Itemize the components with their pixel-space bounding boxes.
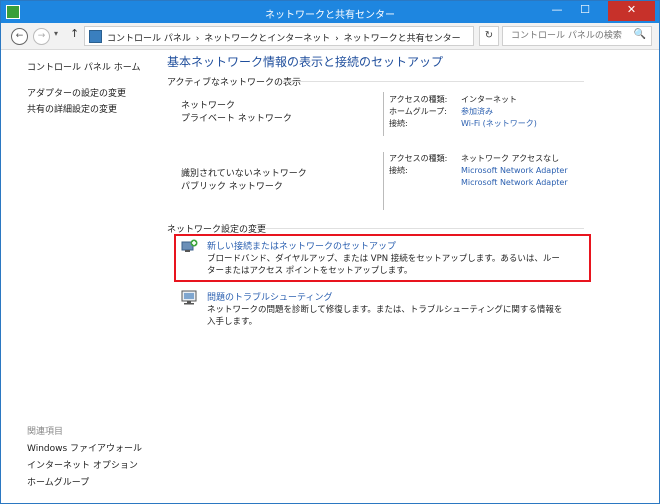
- homegroup-link[interactable]: ホームグループ: [27, 475, 89, 488]
- control-panel-home-link[interactable]: コントロール パネル ホーム: [27, 60, 140, 73]
- forward-button[interactable]: →: [33, 28, 50, 45]
- section-divider: [257, 228, 584, 229]
- up-arrow-icon[interactable]: ↑: [70, 27, 79, 40]
- maximize-button[interactable]: ☐: [571, 1, 599, 21]
- refresh-button[interactable]: ↻: [479, 26, 499, 46]
- access-type-value: インターネット: [461, 95, 517, 104]
- search-box[interactable]: 🔍: [502, 26, 652, 46]
- minimize-button[interactable]: —: [543, 1, 571, 21]
- page-title: 基本ネットワーク情報の表示と接続のセットアップ: [167, 55, 444, 69]
- adapter-link-2[interactable]: Microsoft Network Adapter: [461, 178, 568, 187]
- troubleshoot-link[interactable]: 問題のトラブルシューティング: [207, 290, 332, 303]
- divider-line: [383, 152, 384, 210]
- wifi-connection-link[interactable]: Wi-Fi (ネットワーク): [461, 119, 537, 128]
- advanced-sharing-settings-link[interactable]: 共有の詳細設定の変更: [27, 102, 117, 115]
- access-type-label: アクセスの種類:: [389, 154, 448, 163]
- access-type-label: アクセスの種類:: [389, 95, 448, 104]
- close-button[interactable]: ✕: [608, 1, 655, 21]
- main-content: 基本ネットワーク情報の表示と接続のセットアップ アクティブなネットワークの表示 …: [159, 50, 659, 503]
- connection-label: 接続:: [389, 166, 408, 175]
- network-1-info: ネットワーク プライベート ネットワーク: [181, 100, 292, 126]
- troubleshoot-task[interactable]: 問題のトラブルシューティング ネットワークの問題を診断して修復します。または、ト…: [181, 290, 581, 327]
- network-2-info: 識別されていないネットワーク パブリック ネットワーク: [181, 168, 307, 194]
- connection-label: 接続:: [389, 119, 408, 128]
- divider-line: [383, 92, 384, 136]
- network-2-type: パブリック ネットワーク: [181, 182, 283, 192]
- breadcrumb-network-internet[interactable]: ネットワークとインターネット: [204, 34, 330, 44]
- back-button[interactable]: ←: [11, 28, 28, 45]
- network-1-name: ネットワーク: [181, 101, 236, 111]
- highlight-box: [174, 234, 591, 282]
- internet-options-link[interactable]: インターネット オプション: [27, 458, 138, 471]
- address-bar[interactable]: コントロール パネル › ネットワークとインターネット › ネットワークと共有セ…: [84, 26, 551, 46]
- troubleshoot-description: ネットワークの問題を診断して修復します。または、トラブルシューティングに関する情…: [207, 305, 563, 327]
- search-input[interactable]: [509, 30, 633, 42]
- adapter-link-1[interactable]: Microsoft Network Adapter: [461, 166, 568, 175]
- troubleshoot-icon: [181, 290, 197, 305]
- network-1-details: アクセスの種類: インターネット ホームグループ: 参加済み 接続: Wi-Fi (ネ…: [389, 94, 537, 130]
- related-title: 関連項目: [27, 427, 64, 437]
- title-bar[interactable]: ネットワークと共有センター — ☐ ✕: [1, 1, 659, 23]
- change-adapter-settings-link[interactable]: アダプターの設定の変更: [27, 86, 126, 99]
- breadcrumb-separator-icon[interactable]: ›: [335, 34, 339, 44]
- section-divider: [284, 81, 584, 82]
- left-pane: コントロール パネル ホーム アダプターの設定の変更 共有の詳細設定の変更 関連…: [1, 50, 159, 503]
- search-icon[interactable]: 🔍: [634, 29, 646, 40]
- network-sharing-center-window: ネットワークと共有センター — ☐ ✕ ← → ▾ ↑ コントロール パネル ›…: [0, 0, 660, 504]
- recent-locations-chevron-icon[interactable]: ▾: [54, 29, 58, 38]
- firewall-link[interactable]: Windows ファイアウォール: [27, 441, 142, 454]
- network-2-name: 識別されていないネットワーク: [181, 169, 307, 179]
- network-1-type: プライベート ネットワーク: [181, 114, 292, 124]
- active-networks-title: アクティブなネットワークの表示: [167, 78, 302, 88]
- control-panel-icon: [89, 30, 102, 43]
- breadcrumb-control-panel[interactable]: コントロール パネル: [107, 34, 191, 44]
- breadcrumb-separator-icon[interactable]: ›: [196, 34, 200, 44]
- homegroup-value-link[interactable]: 参加済み: [461, 107, 493, 116]
- network-2-details: アクセスの種類: ネットワーク アクセスなし 接続: Microsoft Netwo…: [389, 153, 568, 189]
- access-type-value: ネットワーク アクセスなし: [461, 154, 560, 163]
- address-toolbar: ← → ▾ ↑ コントロール パネル › ネットワークとインターネット › ネッ…: [1, 23, 659, 50]
- homegroup-label: ホームグループ:: [389, 107, 447, 116]
- breadcrumb-network-sharing-center[interactable]: ネットワークと共有センター: [344, 34, 461, 44]
- breadcrumb: コントロール パネル › ネットワークとインターネット › ネットワークと共有セ…: [107, 31, 463, 44]
